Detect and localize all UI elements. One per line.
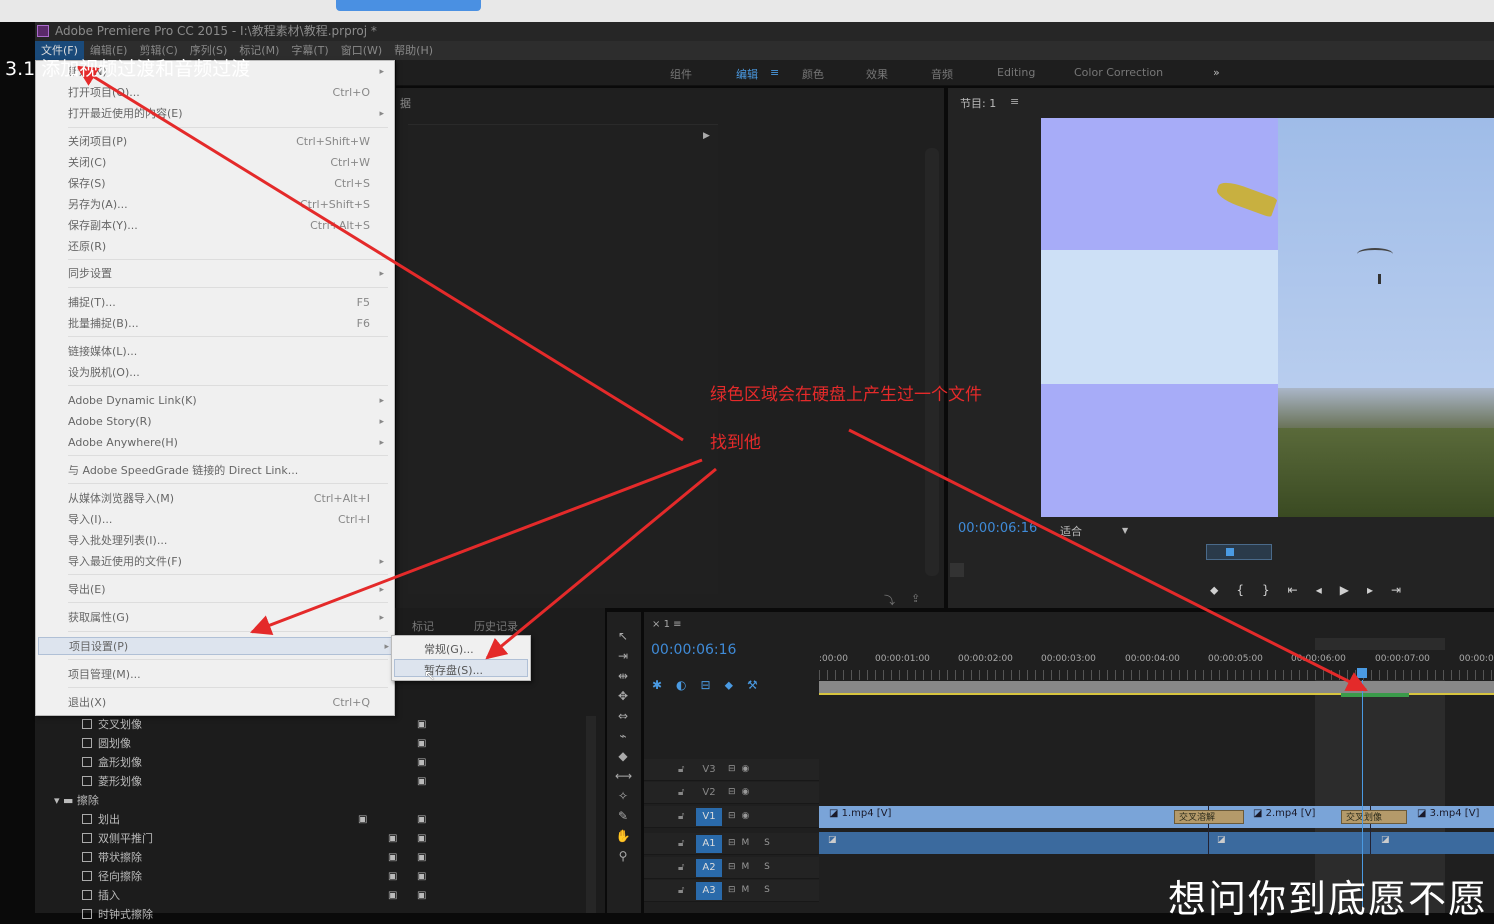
subtitle-caption: 想问你到底愿不愿 [1168, 877, 1489, 921]
lesson-heading: 3.1 添加视频过渡和音频过渡 [5, 58, 251, 80]
annotation-arrows [76, 65, 1368, 692]
annotation-note: 绿色区域会在硬盘上产生过一个文件 [710, 385, 982, 405]
annotation-find: 找到他 [710, 433, 761, 453]
